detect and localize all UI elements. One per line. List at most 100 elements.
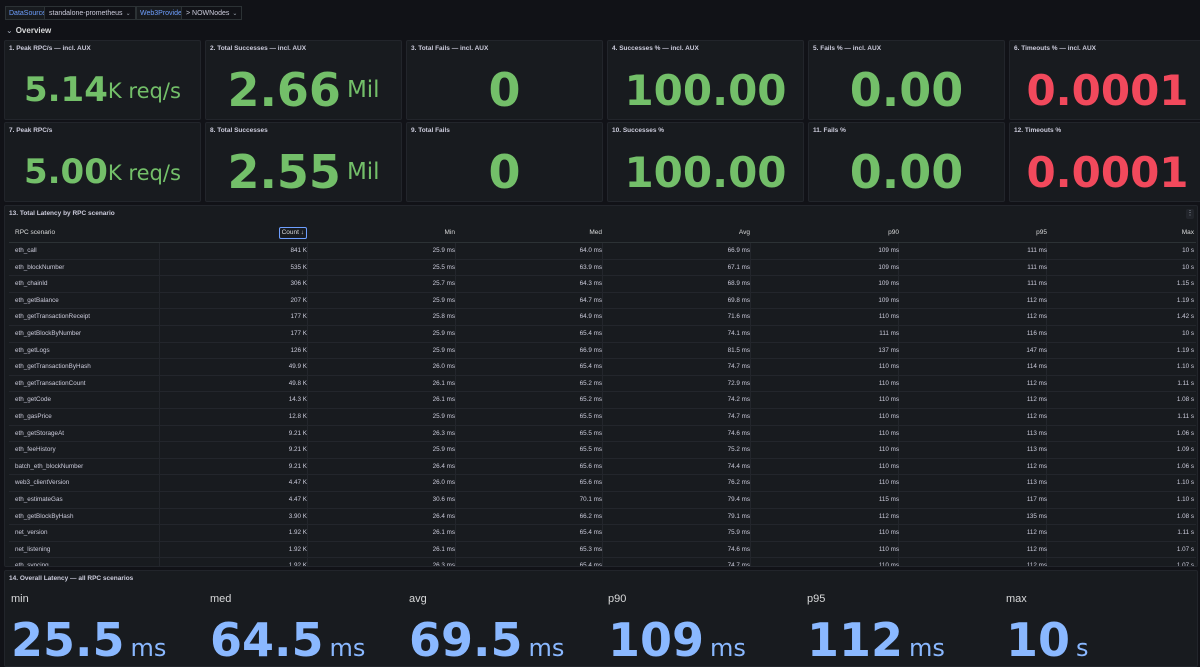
column-divider	[159, 292, 160, 309]
cell-p95: 147 ms	[1026, 346, 1047, 354]
col-header-avg[interactable]: Avg	[739, 224, 750, 242]
table-row[interactable]: eth_gasPrice 12.8 K 25.9 ms 65.5 ms 74.7 ms 1…	[9, 408, 1196, 426]
table-row[interactable]: eth_getTransactionByHash 49.9 K 26.0 ms 65.…	[9, 359, 1196, 376]
chevron-down-icon: ⌄	[6, 26, 13, 35]
table-row[interactable]: eth_estimateGas 4.47 K 30.6 ms 70.1 ms 79.4 …	[9, 491, 1196, 509]
table-row[interactable]: batch_eth_blockNumber 9.21 K 26.4 ms 65.6 m…	[9, 458, 1196, 476]
column-divider	[307, 442, 308, 458]
cell-avg: 74.7 ms	[727, 412, 750, 420]
kebab-menu-icon[interactable]: ⋮	[1186, 209, 1194, 219]
cell-med: 64.3 ms	[579, 280, 602, 288]
table-row[interactable]: eth_getBalance 207 K 25.9 ms 64.7 ms 69.8 ms…	[9, 292, 1196, 310]
table-row[interactable]: net_listening 1.92 K 26.1 ms 65.3 ms 74.6 ms…	[9, 541, 1196, 559]
column-divider	[159, 243, 160, 259]
cell-count: 1.92 K	[288, 562, 307, 567]
cell-p95: 112 ms	[1026, 396, 1047, 404]
panel-title: 13. Total Latency by RPC scenario	[9, 210, 115, 217]
stat-value: 100.00	[608, 143, 803, 201]
table-row[interactable]: eth_chainId 306 K 25.7 ms 64.3 ms 68.9 ms 109…	[9, 276, 1196, 293]
col-header-scenario[interactable]: RPC scenario	[15, 224, 55, 242]
table-row[interactable]: eth_blockNumber 535 K 25.5 ms 63.9 ms 67.1 m…	[9, 259, 1196, 277]
cell-p90: 110 ms	[878, 313, 899, 321]
cell-med: 64.9 ms	[579, 313, 602, 321]
table-row[interactable]: web3_clientVersion 4.47 K 26.0 ms 65.6 ms 76…	[9, 475, 1196, 492]
cell-max: 1.06 s	[1176, 429, 1194, 437]
cell-max: 1.42 s	[1176, 313, 1194, 321]
column-divider	[307, 259, 308, 276]
column-divider	[750, 508, 751, 525]
column-divider	[750, 491, 751, 508]
cell-p95: 111 ms	[1027, 247, 1047, 254]
cell-p95: 112 ms	[1026, 529, 1047, 537]
column-divider	[602, 475, 603, 491]
table-row[interactable]: eth_syncing 1.92 K 26.3 ms 65.4 ms 74.7 ms 11…	[9, 558, 1196, 567]
cell-med: 65.5 ms	[579, 446, 602, 454]
col-header-med[interactable]: Med	[589, 224, 602, 242]
overall-stat-label: p90	[608, 593, 627, 605]
variables-bar: DataSource standalone-prometheus ⌄ Web3Pr…	[0, 0, 1200, 24]
var-select-web3provider[interactable]: > NOWNodes ⌄	[181, 6, 243, 20]
cell-min: 25.9 ms	[432, 329, 455, 337]
cell-p90: 110 ms	[878, 479, 899, 487]
cell-med: 65.4 ms	[579, 363, 602, 371]
column-divider	[455, 442, 456, 458]
column-divider	[159, 325, 160, 342]
cell-p95: 135 ms	[1026, 512, 1047, 520]
column-divider	[455, 392, 456, 408]
cell-p90: 109 ms	[878, 263, 899, 271]
var-select-datasource[interactable]: standalone-prometheus ⌄	[44, 6, 136, 20]
overall-stat-unit: s	[1076, 634, 1089, 662]
stat-title: 1. Peak RPC/s — incl. AUX	[9, 45, 91, 52]
cell-avg: 79.1 ms	[727, 512, 750, 520]
cell-med: 66.2 ms	[579, 512, 602, 520]
col-header-min[interactable]: Min	[445, 224, 455, 242]
cell-scenario: eth_estimateGas	[15, 495, 63, 503]
column-divider	[307, 243, 308, 259]
cell-max: 1.07 s	[1176, 562, 1194, 567]
stat-unit: Mil	[346, 77, 380, 103]
table-row[interactable]: eth_getTransactionCount 49.8 K 26.1 ms 65.2…	[9, 375, 1196, 393]
cell-med: 65.6 ms	[579, 462, 602, 470]
cell-p95: 117 ms	[1026, 495, 1047, 503]
stat-title: 12. Timeouts %	[1014, 127, 1062, 134]
col-header-p95[interactable]: p95	[1036, 224, 1047, 242]
cell-scenario: eth_feeHistory	[15, 446, 56, 454]
cell-p95: 113 ms	[1026, 429, 1047, 437]
cell-p95: 111 ms	[1027, 280, 1047, 288]
table-row[interactable]: eth_getLogs 126 K 25.9 ms 66.9 ms 81.5 ms 137…	[9, 342, 1196, 360]
cell-avg: 74.2 ms	[727, 396, 750, 404]
stat-value: 0	[407, 143, 602, 201]
table-row[interactable]: net_version 1.92 K 26.1 ms 65.4 ms 75.9 ms 11…	[9, 525, 1196, 542]
cell-max: 10 s	[1182, 263, 1194, 271]
cell-p95: 112 ms	[1026, 296, 1047, 304]
table-row[interactable]: eth_getBlockByHash 3.90 K 26.4 ms 66.2 ms 79…	[9, 508, 1196, 526]
column-divider	[750, 458, 751, 475]
overall-stat-max: max 10 s	[1000, 589, 1197, 666]
column-divider	[307, 309, 308, 325]
table-row[interactable]: eth_feeHistory 9.21 K 25.9 ms 65.5 ms 75.2 m…	[9, 442, 1196, 459]
stat-number: 0	[488, 145, 521, 199]
cell-avg: 74.7 ms	[727, 363, 750, 371]
table-row[interactable]: eth_getTransactionReceipt 177 K 25.8 ms 64.…	[9, 309, 1196, 326]
column-divider	[307, 342, 308, 359]
column-divider	[602, 525, 603, 541]
col-header-count[interactable]: Count ↓	[278, 224, 307, 242]
col-header-p90[interactable]: p90	[888, 224, 899, 242]
table-row[interactable]: eth_getStorageAt 9.21 K 26.3 ms 65.5 ms 74.6…	[9, 425, 1196, 443]
stat-number: 0.0001	[1026, 65, 1189, 115]
cell-p95: 112 ms	[1026, 562, 1047, 567]
column-divider	[455, 491, 456, 508]
overall-stat-label: min	[11, 593, 29, 605]
table-row[interactable]: eth_getCode 14.3 K 26.1 ms 65.2 ms 74.2 ms 11…	[9, 392, 1196, 409]
col-header-max[interactable]: Max	[1182, 224, 1194, 242]
overall-stat-label: max	[1006, 593, 1027, 605]
stat-title: 6. Timeouts % — incl. AUX	[1014, 45, 1096, 52]
table-row[interactable]: eth_call 841 K 25.9 ms 64.0 ms 66.9 ms 109 ms…	[9, 243, 1196, 260]
column-divider	[159, 541, 160, 558]
row-overview[interactable]: ⌄ Overview	[6, 26, 51, 35]
cell-min: 25.9 ms	[432, 296, 455, 304]
latency-table-panel: 13. Total Latency by RPC scenario ⋮ RPC …	[4, 205, 1198, 567]
cell-min: 25.9 ms	[432, 247, 455, 254]
table-row[interactable]: eth_getBlockByNumber 177 K 25.9 ms 65.4 ms 7…	[9, 325, 1196, 343]
stat-value: 0.0001	[1010, 143, 1200, 201]
